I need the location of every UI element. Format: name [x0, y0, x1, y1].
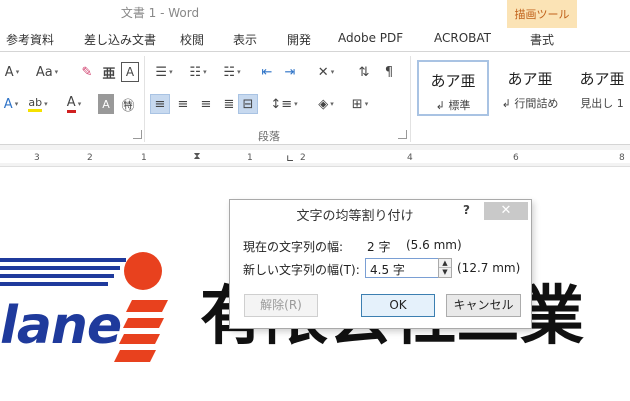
- spin-down-icon[interactable]: ▼: [439, 268, 451, 277]
- logo-i-mark: [114, 300, 168, 362]
- title-bar: 文書 1 - Word 描画ツール: [0, 0, 630, 28]
- style-name: ↲ 標準: [435, 99, 471, 112]
- horizontal-ruler[interactable]: 3 2 1 1 2 4 6 8 ⧗ ∟: [0, 145, 630, 167]
- current-width-value: 2 字: [367, 240, 391, 254]
- tab-format[interactable]: 書式: [530, 31, 555, 48]
- tab-mailings[interactable]: 差し込み文書: [84, 31, 156, 48]
- ruler-number: 6: [513, 153, 519, 163]
- paragraph-dialog-launcher-icon[interactable]: [398, 130, 407, 139]
- spin-up-icon[interactable]: ▲: [439, 259, 451, 268]
- style-heading-1[interactable]: あア亜 見出し 1: [566, 60, 630, 116]
- style-sample: あア亜: [507, 70, 553, 88]
- ribbon-separator: [144, 56, 145, 142]
- paragraph-group-label: 段落: [258, 130, 280, 143]
- style-name-text: 標準: [448, 99, 471, 112]
- phonetic-guide-icon[interactable]: 亜: [100, 62, 118, 82]
- align-center-icon[interactable]: ≡: [173, 94, 193, 114]
- ruler-number: 8: [619, 153, 625, 163]
- highlight-color-icon[interactable]: ab ▾: [26, 94, 50, 114]
- logo-wordmark: lane: [0, 296, 122, 356]
- close-icon[interactable]: ✕: [484, 202, 528, 220]
- character-border-icon[interactable]: A: [121, 62, 139, 82]
- ok-button[interactable]: OK: [361, 294, 435, 317]
- logo-stripe: [0, 258, 126, 262]
- style-normal[interactable]: あア亜 ↲ 標準: [417, 60, 489, 116]
- style-no-spacing[interactable]: あア亜 ↲ 行間詰め: [494, 60, 566, 116]
- text-direction-icon[interactable]: ✕ ▾: [312, 62, 340, 82]
- show-formatting-marks-icon[interactable]: ¶: [380, 62, 398, 82]
- help-icon[interactable]: ?: [463, 203, 470, 217]
- change-case-label: Aa: [35, 64, 53, 80]
- align-left-icon[interactable]: ≡: [150, 94, 170, 114]
- text-effects-icon[interactable]: A ▾: [0, 94, 22, 114]
- current-width-mm: (5.6 mm): [406, 238, 462, 252]
- distributed-icon[interactable]: ⊟: [238, 94, 258, 114]
- logo-stripe: [0, 282, 108, 286]
- distribute-text-dialog: 文字の均等割り付け ? ✕ 現在の文字列の幅: 2 字 (5.6 mm) 新しい…: [229, 199, 532, 329]
- style-sample: あア亜: [430, 72, 476, 90]
- tab-review[interactable]: 校閲: [180, 31, 204, 48]
- ruler-number: 3: [34, 153, 40, 163]
- borders-icon[interactable]: ⊞ ▾: [346, 94, 374, 114]
- character-shading-icon[interactable]: A: [98, 94, 114, 114]
- increase-indent-icon[interactable]: ⇥: [281, 62, 299, 82]
- tab-view[interactable]: 表示: [233, 31, 257, 48]
- ruler-number: 1: [141, 153, 147, 163]
- current-width-label: 現在の文字列の幅:: [243, 240, 344, 254]
- decrease-indent-icon[interactable]: ⇤: [258, 62, 276, 82]
- style-name: 見出し 1: [580, 97, 624, 110]
- tab-adobe-pdf[interactable]: Adobe PDF: [338, 31, 403, 45]
- multilevel-list-icon[interactable]: ☵ ▾: [218, 62, 246, 82]
- bullets-icon[interactable]: ☰ ▾: [150, 62, 178, 82]
- style-name: ↲ 行間詰め: [501, 97, 559, 110]
- cancel-button[interactable]: キャンセル: [446, 294, 521, 317]
- font-color-icon[interactable]: A ▾: [62, 94, 86, 114]
- ruler-number: 4: [407, 153, 413, 163]
- ruler-strip: 3 2 1 1 2 4 6 8: [0, 150, 630, 163]
- new-width-label: 新しい文字列の幅(T):: [243, 263, 360, 277]
- tab-stop-icon[interactable]: ∟: [286, 153, 294, 165]
- ruler-number: 1: [247, 153, 253, 163]
- context-tab-drawing-tools: 描画ツール: [507, 0, 577, 28]
- style-name-text: 行間詰め: [514, 97, 559, 110]
- enclose-characters-icon[interactable]: ㊕: [119, 94, 137, 114]
- current-width-row: 現在の文字列の幅: 2 字 (5.6 mm): [243, 238, 462, 255]
- tab-references[interactable]: 参考資料: [6, 31, 54, 48]
- ribbon-separator: [410, 56, 411, 142]
- line-spacing-icon[interactable]: ↕≡ ▾: [270, 94, 298, 114]
- logo-stripe: [0, 274, 114, 278]
- logo-stripe: [0, 266, 120, 270]
- ribbon-tabs: 参考資料 差し込み文書 校閲 表示 開発 Adobe PDF ACROBAT 書…: [0, 28, 630, 52]
- justify-icon[interactable]: ≣: [219, 94, 239, 114]
- grow-font-icon[interactable]: A ▾: [2, 62, 22, 82]
- new-width-mm: (12.7 mm): [457, 261, 521, 275]
- clear-formatting-icon[interactable]: ✎: [78, 62, 96, 82]
- tab-developer[interactable]: 開発: [287, 31, 311, 48]
- change-case-button[interactable]: Aa ▾: [32, 62, 62, 82]
- shading-icon[interactable]: ◈ ▾: [312, 94, 340, 114]
- sort-icon[interactable]: ⇅: [355, 62, 373, 82]
- window-title: 文書 1 - Word: [120, 6, 200, 20]
- logo-circle: [124, 252, 162, 290]
- tab-acrobat[interactable]: ACROBAT: [434, 31, 491, 45]
- remove-button[interactable]: 解除(R): [244, 294, 318, 317]
- font-dialog-launcher-icon[interactable]: [133, 130, 142, 139]
- ruler-number: 2: [300, 153, 306, 163]
- new-width-input[interactable]: 4.5 字: [365, 258, 440, 278]
- dialog-title: 文字の均等割り付け: [296, 209, 414, 224]
- style-sample: あア亜: [579, 70, 625, 88]
- indent-marker-icon[interactable]: ⧗: [191, 145, 203, 167]
- numbering-icon[interactable]: ☷ ▾: [184, 62, 212, 82]
- ruler-number: 2: [87, 153, 93, 163]
- align-right-icon[interactable]: ≡: [196, 94, 216, 114]
- width-spinner[interactable]: ▲ ▼: [438, 258, 452, 278]
